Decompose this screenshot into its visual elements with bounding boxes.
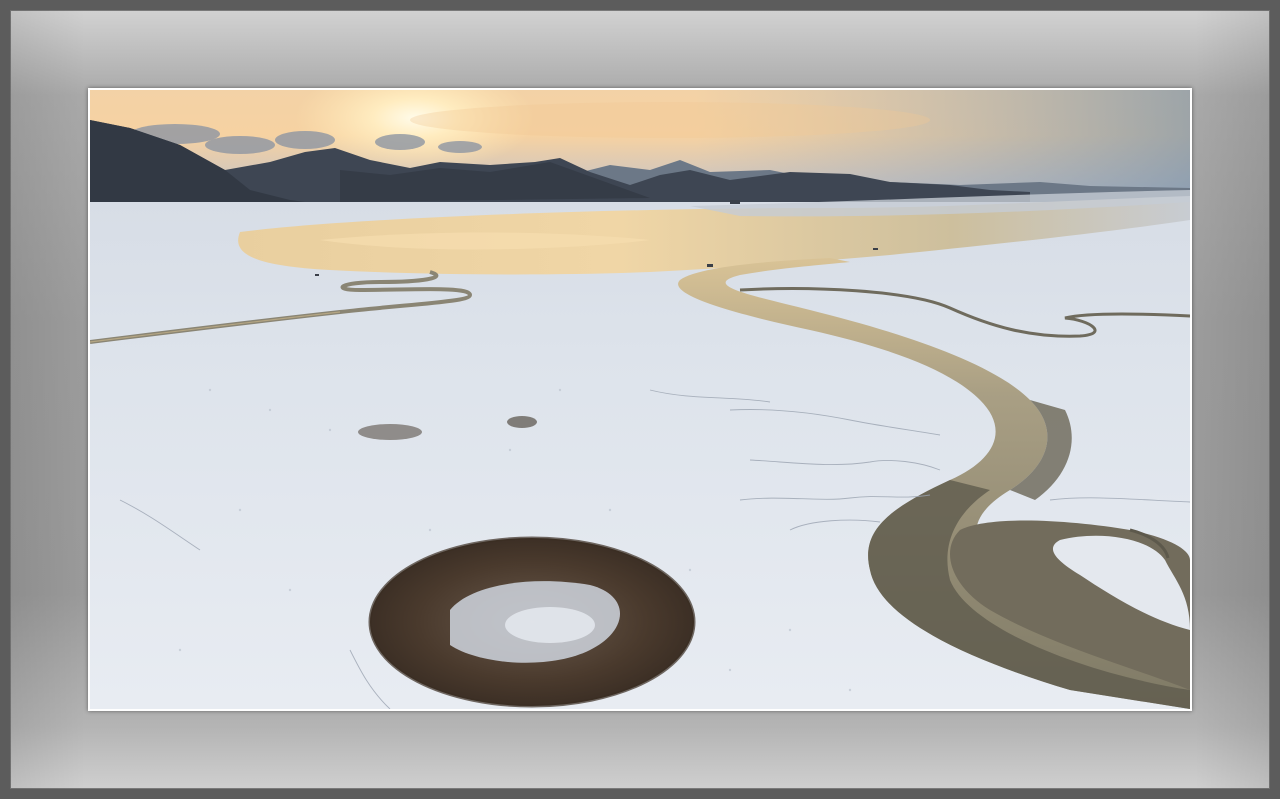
landscape-illustration: [90, 90, 1190, 709]
photo-border: [88, 88, 1192, 711]
reed-spot: [358, 424, 422, 440]
outer-frame: [0, 0, 1280, 799]
reed-spot: [507, 416, 537, 428]
reed-patch: [368, 536, 696, 708]
landscape-photo: [90, 90, 1190, 709]
